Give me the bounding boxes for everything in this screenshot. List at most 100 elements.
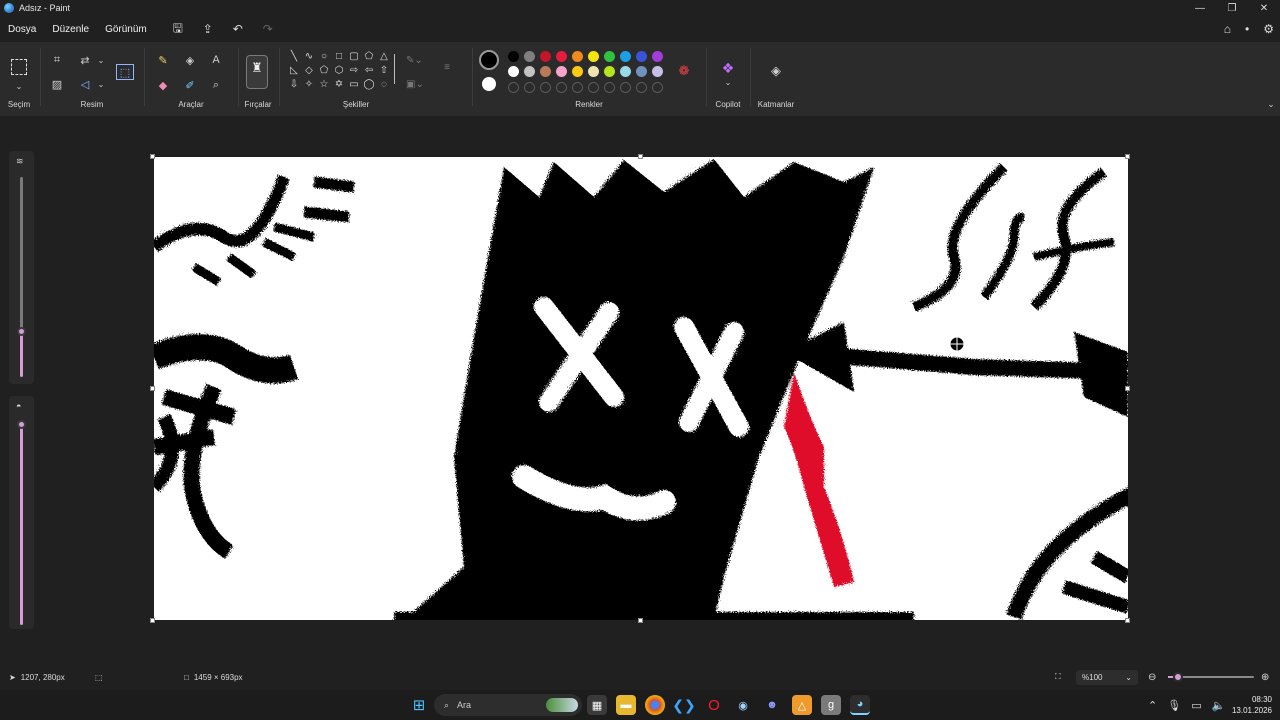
opacity-track[interactable] — [20, 422, 23, 625]
brush-button[interactable]: ♜ — [246, 55, 268, 89]
color-swatch[interactable] — [524, 66, 535, 77]
task-view-icon[interactable]: ▦ — [587, 695, 607, 715]
color-swatch[interactable] — [652, 66, 663, 77]
triangle-shape-icon[interactable]: △ — [378, 51, 390, 62]
vscode-icon[interactable]: ❮❯ — [672, 695, 695, 715]
custom-color-slot[interactable] — [540, 82, 551, 93]
color-swatch[interactable] — [588, 51, 599, 62]
callout-cloud-shape-icon[interactable]: ◌ — [378, 79, 390, 90]
color-swatch[interactable] — [540, 66, 551, 77]
collapse-ribbon-icon[interactable]: ⌄ — [1262, 96, 1280, 112]
maximize-button[interactable]: ❐ — [1216, 0, 1248, 16]
eraser-icon[interactable]: ◆ — [154, 77, 172, 93]
zoom-out-icon[interactable]: ⊖ — [1148, 672, 1156, 683]
remove-background-icon[interactable]: ▨ — [48, 76, 66, 92]
opera-icon[interactable]: O — [704, 695, 724, 715]
rounded-rectangle-shape-icon[interactable]: ▢ — [348, 51, 360, 62]
custom-color-slot[interactable] — [652, 82, 663, 93]
minimize-button[interactable]: — — [1184, 0, 1216, 16]
steam-icon[interactable]: ◉ — [733, 695, 753, 715]
pentagon-shape-icon[interactable]: ⬠ — [318, 65, 330, 76]
color-swatch[interactable] — [572, 66, 583, 77]
resize-handle-top-right[interactable] — [1125, 154, 1130, 159]
custom-color-slot[interactable] — [620, 82, 631, 93]
text-icon[interactable]: A — [207, 52, 225, 68]
custom-color-slot[interactable] — [556, 82, 567, 93]
secondary-color-swatch[interactable] — [482, 77, 496, 91]
custom-color-slot[interactable] — [524, 82, 535, 93]
network-icon[interactable]: ▭ — [1191, 699, 1201, 712]
resize-handle-bottom[interactable] — [638, 618, 643, 623]
oval-shape-icon[interactable]: ○ — [318, 51, 330, 62]
feedback-icon[interactable]: ⌂ — [1224, 22, 1231, 36]
color-picker-icon[interactable]: ✐ — [181, 77, 199, 93]
right-triangle-shape-icon[interactable]: ◺ — [288, 65, 300, 76]
layers-icon[interactable]: ◈ — [767, 63, 785, 79]
color-swatch[interactable] — [556, 66, 567, 77]
chevron-down-icon[interactable]: ⌄ — [10, 78, 28, 94]
color-swatch[interactable] — [604, 66, 615, 77]
chevron-down-icon[interactable]: ⌄ — [92, 76, 110, 92]
arrow-left-shape-icon[interactable]: ⇦ — [363, 65, 375, 76]
custom-color-slot[interactable] — [604, 82, 615, 93]
save-icon[interactable]: 🖫 — [163, 19, 193, 40]
crop-icon[interactable]: ⌗ — [48, 52, 66, 68]
color-swatch[interactable] — [508, 51, 519, 62]
gimp-icon[interactable]: g — [821, 695, 841, 715]
pencil-icon[interactable]: ✎ — [154, 52, 172, 68]
menu-edit[interactable]: Düzenle — [44, 24, 97, 35]
color-swatch[interactable] — [636, 51, 647, 62]
fill-icon[interactable]: ◈ — [181, 52, 199, 68]
drawing-canvas[interactable] — [154, 157, 1128, 620]
tray-overflow-icon[interactable]: ⌃ — [1148, 699, 1157, 712]
color-swatch[interactable] — [604, 51, 615, 62]
shapes-scrollbar[interactable] — [394, 54, 395, 84]
undo-icon[interactable]: ↶ — [223, 22, 253, 36]
chevron-down-icon[interactable]: ⌄ — [719, 74, 737, 90]
zoom-slider-thumb[interactable] — [1173, 672, 1184, 682]
callout-oval-shape-icon[interactable]: ◯ — [363, 79, 375, 90]
size-icon[interactable]: ≡ — [441, 62, 453, 73]
color-swatch[interactable] — [572, 51, 583, 62]
resize-handle-right[interactable] — [1125, 386, 1130, 391]
zoom-select[interactable]: %100 ⌄ — [1076, 670, 1138, 685]
menu-file[interactable]: Dosya — [0, 24, 44, 35]
color-swatch[interactable] — [556, 51, 567, 62]
paint-taskbar-icon[interactable]: ◕ — [850, 695, 870, 715]
callout-rect-shape-icon[interactable]: ▭ — [348, 79, 360, 90]
custom-color-slot[interactable] — [572, 82, 583, 93]
polygon-shape-icon[interactable]: ⬠ — [363, 51, 375, 62]
line-shape-icon[interactable]: ╲ — [288, 51, 300, 62]
outline-icon[interactable]: ✎⌄ — [406, 55, 423, 66]
color-swatch[interactable] — [508, 66, 519, 77]
close-button[interactable]: ✕ — [1248, 0, 1280, 16]
opacity-thumb[interactable] — [17, 420, 26, 429]
curve-shape-icon[interactable]: ∿ — [303, 51, 315, 62]
rectangle-shape-icon[interactable]: □ — [333, 51, 345, 62]
resize-handle-top[interactable] — [638, 154, 643, 159]
microphone-icon[interactable]: 🎙 — [1167, 699, 1181, 712]
share-icon[interactable]: ⇪ — [193, 22, 223, 36]
image-select-icon[interactable]: ⬚ — [116, 64, 134, 80]
brush-size-track[interactable] — [20, 177, 23, 330]
arrow-down-shape-icon[interactable]: ⇩ — [288, 79, 300, 90]
color-swatch[interactable] — [636, 66, 647, 77]
color-swatch[interactable] — [540, 51, 551, 62]
hexagon-shape-icon[interactable]: ⬡ — [333, 65, 345, 76]
zoom-in-icon[interactable]: ⊕ — [1261, 672, 1269, 683]
color-swatch[interactable] — [652, 51, 663, 62]
resize-handle-bottom-right[interactable] — [1125, 618, 1130, 623]
file-explorer-icon[interactable]: ▬ — [616, 695, 636, 715]
arrow-right-shape-icon[interactable]: ⇨ — [348, 65, 360, 76]
fill-style-icon[interactable]: ▣⌄ — [406, 79, 424, 90]
start-icon[interactable]: ⊞ — [409, 695, 429, 715]
color-swatch[interactable] — [620, 51, 631, 62]
arrow-up-shape-icon[interactable]: ⇧ — [378, 65, 390, 76]
fit-to-window-icon[interactable]: ⛶ — [1055, 672, 1061, 682]
settings-icon[interactable]: ⚙ — [1263, 22, 1274, 36]
taskbar-clock[interactable]: 08:30 13.01.2026 — [1232, 694, 1272, 716]
volume-icon[interactable]: 🔈 — [1212, 699, 1226, 712]
custom-color-slot[interactable] — [588, 82, 599, 93]
blender-icon[interactable]: △ — [792, 695, 812, 715]
color-swatch[interactable] — [588, 66, 599, 77]
